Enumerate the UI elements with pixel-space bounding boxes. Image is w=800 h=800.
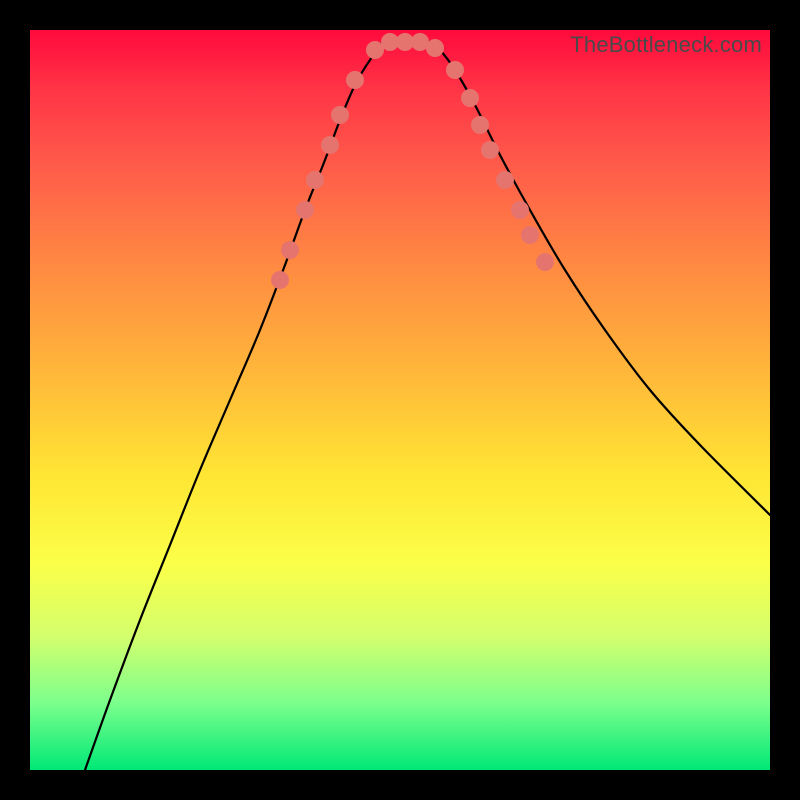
marker-point: [536, 253, 554, 271]
chart-frame: TheBottleneck.com: [0, 0, 800, 800]
chart-svg: [30, 30, 770, 770]
marker-point: [426, 39, 444, 57]
marker-point: [521, 226, 539, 244]
marker-point: [461, 89, 479, 107]
marker-point: [471, 116, 489, 134]
marker-point: [331, 106, 349, 124]
marker-point: [511, 201, 529, 219]
plot-area: TheBottleneck.com: [30, 30, 770, 770]
marker-point: [281, 241, 299, 259]
marker-point: [346, 71, 364, 89]
marker-point: [306, 171, 324, 189]
marker-point: [446, 61, 464, 79]
bottleneck-curve: [85, 40, 770, 770]
marker-point: [271, 271, 289, 289]
highlight-markers: [271, 33, 554, 289]
marker-point: [481, 141, 499, 159]
marker-point: [296, 201, 314, 219]
marker-point: [321, 136, 339, 154]
marker-point: [496, 171, 514, 189]
